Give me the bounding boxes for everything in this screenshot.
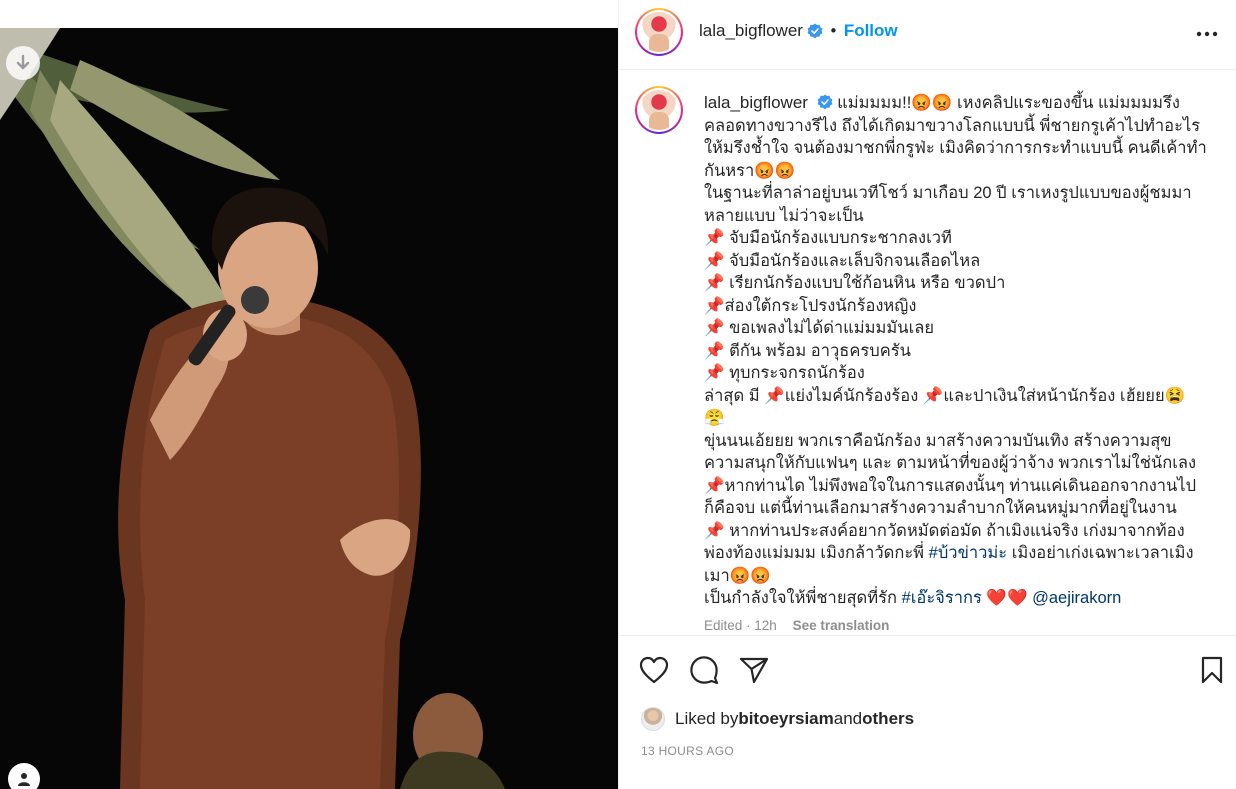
user-tag-button[interactable] (8, 763, 40, 789)
user-tag-icon (18, 773, 30, 786)
post-details-panel: lala_bigflower • Follow lala_bigflower แ… (618, 0, 1236, 789)
caption-line: ความสนุกให้กับแฟนๆ และ ตามหน้าที่ของผู้ว… (704, 454, 1196, 472)
caption-line: ขุ่นนนเอ้ยยย พวกเราคือนักร้อง มาสร้างควา… (704, 431, 1172, 450)
avatar-image (639, 12, 679, 52)
mention-link[interactable]: @aejirakorn (1032, 589, 1121, 607)
caption-line: 📌หากท่านได ไม่พึงพอใจในการแสดงนั้นๆ ท่าน… (704, 476, 1197, 495)
caption-avatar[interactable] (635, 86, 683, 134)
avatar[interactable] (635, 8, 683, 56)
share-icon (739, 657, 769, 684)
caption-text: lala_bigflower แม่มมมม!!😡😡 เหงคลิปแระของ… (704, 92, 1219, 636)
liked-by-prefix: Liked by (675, 709, 739, 728)
comment-button[interactable] (689, 655, 719, 685)
caption-line: 📌 ขอเพลงไม่ได้ด่าแม่มมมันเลย (704, 319, 935, 337)
caption-line: แม่มมมม!!😡😡 เหงคลิปแระของขึ้น แม่มมมมรึง (837, 94, 1180, 112)
caption-line: เมิงอย่าเก่งเฉพาะเวลาเมิง (1007, 544, 1194, 562)
caption-line: 📌 จับมือนักร้องแบบกระชากลงเวที (704, 229, 952, 247)
liked-by-user-link[interactable]: bitoeyrsiam (738, 709, 833, 729)
caption-line: คลอดทางขวางรึไง ถึงได้เกิดมาขวางโลกแบบนี… (704, 116, 1201, 135)
caption-line: ก็คือจบ แต่นี้ท่านเลือกมาสร้างความลำบากใ… (704, 499, 1177, 517)
caption-line: 📌 เรียกนักร้องแบบใช้ก้อนหิน หรือ ขวดปา (704, 274, 1006, 292)
caption-line: 📌 หากท่านประสงค์อยากวัดหมัดต่อมัด ถ้าเมิ… (704, 521, 1185, 540)
hashtag-link[interactable]: #บ้วข่าวม่ะ (929, 544, 1007, 562)
caption-line: กันหรา😡😡 (704, 161, 796, 180)
liked-by-and: and (833, 709, 863, 728)
follow-button[interactable]: Follow (844, 21, 898, 41)
download-button[interactable] (6, 46, 40, 80)
heart-icon (639, 656, 669, 684)
comment-icon (690, 656, 719, 685)
caption-line: หลายแบบ ไม่ว่าจะเป็น (704, 206, 864, 225)
caption-line: พ่องท้องแม่มมม เมิงกล้าวัดกะพี่ (704, 544, 929, 562)
photo-top-strip (0, 0, 618, 28)
share-button[interactable] (739, 655, 769, 685)
caption-meta: Edited · 12h See translation (704, 615, 1219, 636)
edited-timestamp: Edited · 12h (704, 617, 777, 633)
hashtag-link[interactable]: #เอ๊ะจิรากร (902, 589, 982, 607)
caption-line: ล่าสุด มี 📌แย่งไมค์นักร้องร้อง 📌และปาเงิ… (704, 386, 1186, 405)
caption-line: ในฐานะที่ลาล่าอยู่บนเวทีโชว์ มาเกือบ 20 … (704, 184, 1192, 202)
liker-avatar[interactable] (641, 707, 665, 731)
caption-line: 😤 (704, 409, 725, 427)
caption-line: เป็นกำลังใจให้พี่ชายสุดที่รัก (704, 589, 902, 607)
post-timestamp: 13 HOURS AGO (641, 744, 734, 758)
caption-section: lala_bigflower แม่มมมม!!😡😡 เหงคลิปแระของ… (619, 70, 1236, 636)
caption-line: ให้มรึงช้ำใจ จนต้องมาชกพี่กรูฟ่ะ เมิงคิด… (704, 139, 1207, 157)
verified-badge-icon (807, 23, 823, 39)
liked-by-others-link[interactable]: others (862, 709, 914, 729)
header-username[interactable]: lala_bigflower (699, 21, 803, 41)
hearts-emoji: ❤️❤️ (981, 589, 1033, 607)
likes-summary: Liked by bitoeyrsiam and others (641, 706, 914, 732)
caption-line: เมา😡😡 (704, 566, 771, 585)
like-button[interactable] (639, 655, 669, 685)
post-photo[interactable] (0, 0, 618, 789)
header-separator: • (828, 22, 838, 40)
caption-avatar-image (639, 90, 679, 130)
download-icon (16, 54, 30, 70)
caption-line: 📌 จับมือนักร้องและเล็บจิกจนเลือดไหล (704, 251, 981, 270)
more-options-icon (1196, 31, 1218, 37)
concert-photo-scene (0, 0, 618, 789)
see-translation-button[interactable]: See translation (793, 618, 890, 633)
caption-line: 📌ส่องใต้กระโปรงนักร้องหญิง (704, 296, 917, 315)
post-header: lala_bigflower • Follow (619, 0, 1236, 70)
bookmark-button[interactable] (1197, 655, 1227, 685)
caption-line: 📌 ทุบกระจกรถนักร้อง (704, 364, 865, 382)
caption-line: 📌 ตีกัน พร้อม อาวุธครบครัน (704, 341, 911, 360)
verified-badge-icon (817, 94, 832, 110)
bookmark-icon (1201, 656, 1223, 684)
action-bar (619, 637, 1236, 703)
caption-username[interactable]: lala_bigflower (704, 93, 808, 112)
more-options-button[interactable] (1195, 22, 1219, 46)
